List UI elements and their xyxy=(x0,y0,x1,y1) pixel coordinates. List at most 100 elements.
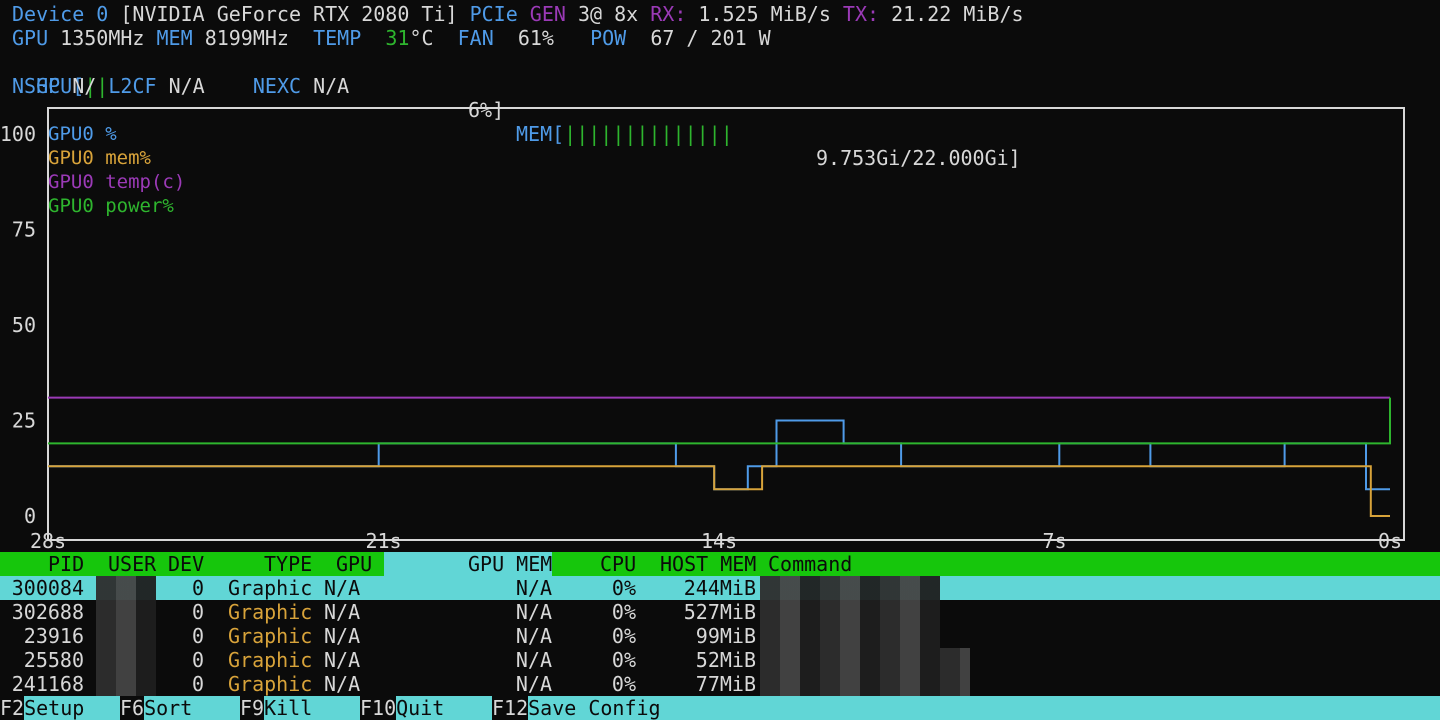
gen-label: GEN xyxy=(529,2,566,26)
process-cpu: 0% xyxy=(611,600,636,624)
process-row[interactable]: 300084 0 Graphic N/A N/A 0% 244MiB xyxy=(0,576,1440,600)
process-pid: 302688 xyxy=(11,600,84,624)
fan-value: 61% xyxy=(517,26,554,50)
utilization-bars-line: GPU[|| 6%] MEM[|||||||||||||| 9.753Gi/22… xyxy=(12,50,1022,170)
header-host-mem[interactable]: HOST MEM xyxy=(660,552,756,576)
process-host-mem: 52MiB xyxy=(695,648,756,672)
nshc-value: N/ xyxy=(72,74,97,98)
kill-button[interactable]: F9Kill xyxy=(240,696,361,720)
process-host-mem: 99MiB xyxy=(695,624,756,648)
redacted-user xyxy=(96,672,156,696)
process-gpu: N/A xyxy=(324,600,361,624)
process-cpu: 0% xyxy=(611,648,636,672)
header-command[interactable]: Command xyxy=(768,552,852,576)
process-dev: 0 xyxy=(191,600,204,624)
device-info-line: Device 0 [NVIDIA GeForce RTX 2080 Ti] PC… xyxy=(12,2,1024,26)
tx-value: 21.22 MiB/s xyxy=(891,2,1024,26)
x-tick-label: 7s xyxy=(1042,529,1066,553)
process-row[interactable]: 302688 0 Graphic N/A N/A 0% 527MiB xyxy=(0,600,1440,624)
save-config-label: Save Config xyxy=(528,696,1440,720)
process-gpu: N/A xyxy=(324,576,361,600)
process-cpu: 0% xyxy=(611,672,636,696)
legend-entry: GPU0 % xyxy=(48,123,117,145)
y-tick-label: 50 xyxy=(12,313,36,337)
y-tick-label: 100 xyxy=(0,122,36,146)
nexc-label: NEXC xyxy=(252,74,302,98)
process-table-header: PID USER DEV TYPE GPU GPU MEM CPU HOST M… xyxy=(0,552,1440,576)
temp-label: TEMP xyxy=(313,26,362,50)
process-gpu-mem: N/A xyxy=(515,624,552,648)
temp-unit: °C xyxy=(409,26,434,50)
l2cf-value: N/A xyxy=(168,74,205,98)
header-type[interactable]: TYPE xyxy=(264,552,312,576)
nexc-value: N/A xyxy=(313,74,350,98)
process-host-mem: 77MiB xyxy=(695,672,756,696)
process-host-mem: 244MiB xyxy=(683,576,756,600)
sort-button[interactable]: F6Sort xyxy=(120,696,241,720)
pow-value: 67 / 201 W xyxy=(650,26,771,50)
device-name: [NVIDIA GeForce RTX 2080 Ti] xyxy=(120,2,458,26)
header-gpu[interactable]: GPU xyxy=(336,552,372,576)
process-gpu: N/A xyxy=(324,672,361,696)
header-cpu[interactable]: CPU xyxy=(600,552,636,576)
tx-label: TX: xyxy=(842,2,880,26)
gpu-clock-label: GPU xyxy=(12,26,49,50)
process-host-mem: 527MiB xyxy=(683,600,756,624)
legend-entry: GPU0 mem% xyxy=(48,147,152,169)
device-label: Device 0 xyxy=(12,2,109,26)
process-row[interactable]: 25580 0 Graphic N/A N/A 0% 52MiB xyxy=(0,648,1440,672)
process-type: Graphic xyxy=(228,672,313,696)
header-gpu-mem[interactable]: GPU MEM xyxy=(468,552,552,576)
temp-value: 31 xyxy=(385,26,410,50)
series-line xyxy=(48,397,1391,445)
process-pid: 25580 xyxy=(23,648,84,672)
setup-button[interactable]: F2Setup xyxy=(0,696,121,720)
process-type: Graphic xyxy=(228,600,313,624)
kill-key: F9 xyxy=(240,696,265,720)
encoder-info-line: NSHC N/ L2CF N/A NEXC N/A xyxy=(12,74,349,98)
process-cpu: 0% xyxy=(611,576,636,600)
function-key-bar: F2Setup F6Sort F9Kill F10Quit F12Save Co… xyxy=(0,696,1440,720)
process-gpu-mem: N/A xyxy=(515,576,552,600)
process-dev: 0 xyxy=(191,576,204,600)
l2cf-label: L2CF xyxy=(108,74,157,98)
y-tick-label: 0 xyxy=(24,504,36,528)
process-cpu: 0% xyxy=(611,624,636,648)
process-gpu: N/A xyxy=(324,624,361,648)
quit-button[interactable]: F10Quit xyxy=(360,696,493,720)
process-gpu-mem: N/A xyxy=(515,648,552,672)
redacted-user xyxy=(96,624,156,648)
process-row[interactable]: 241168 0 Graphic N/A N/A 0% 77MiB xyxy=(0,672,1440,696)
rx-value: 1.525 MiB/s xyxy=(698,2,831,26)
legend-entry: GPU0 power% xyxy=(48,195,174,217)
header-user[interactable]: USER xyxy=(108,552,156,576)
redacted-command xyxy=(760,576,940,600)
header-dev[interactable]: DEV xyxy=(168,552,204,576)
mem-clock-value: 8199MHz xyxy=(204,26,289,50)
setup-key: F2 xyxy=(0,696,25,720)
gen-value: 3@ 8x xyxy=(577,2,639,26)
save-config-key: F12 xyxy=(492,696,529,720)
x-tick-label: 21s xyxy=(365,529,401,553)
process-pid: 241168 xyxy=(11,672,84,696)
process-type: Graphic xyxy=(228,624,313,648)
series-line xyxy=(48,465,1390,517)
x-tick-label: 0s xyxy=(1378,529,1402,553)
header-pid[interactable]: PID xyxy=(48,552,84,576)
redacted-command xyxy=(760,672,970,696)
process-dev: 0 xyxy=(191,624,204,648)
quit-label: Quit xyxy=(396,696,493,720)
process-gpu-mem: N/A xyxy=(515,600,552,624)
pcie-label: PCIe xyxy=(469,2,518,26)
clock-info-line: GPU 1350MHz MEM 8199MHz TEMP 31°C FAN 61… xyxy=(12,26,771,50)
x-tick-label: 14s xyxy=(701,529,737,553)
process-gpu-mem: N/A xyxy=(515,672,552,696)
x-tick-label: 28s xyxy=(30,529,66,553)
save-config-button[interactable]: F12Save Config xyxy=(492,696,1440,720)
chart-frame xyxy=(47,107,1405,541)
redacted-command xyxy=(760,624,940,648)
process-dev: 0 xyxy=(191,672,204,696)
y-tick-label: 75 xyxy=(12,218,36,242)
redacted-command xyxy=(760,600,940,624)
process-row[interactable]: 23916 0 Graphic N/A N/A 0% 99MiB xyxy=(0,624,1440,648)
